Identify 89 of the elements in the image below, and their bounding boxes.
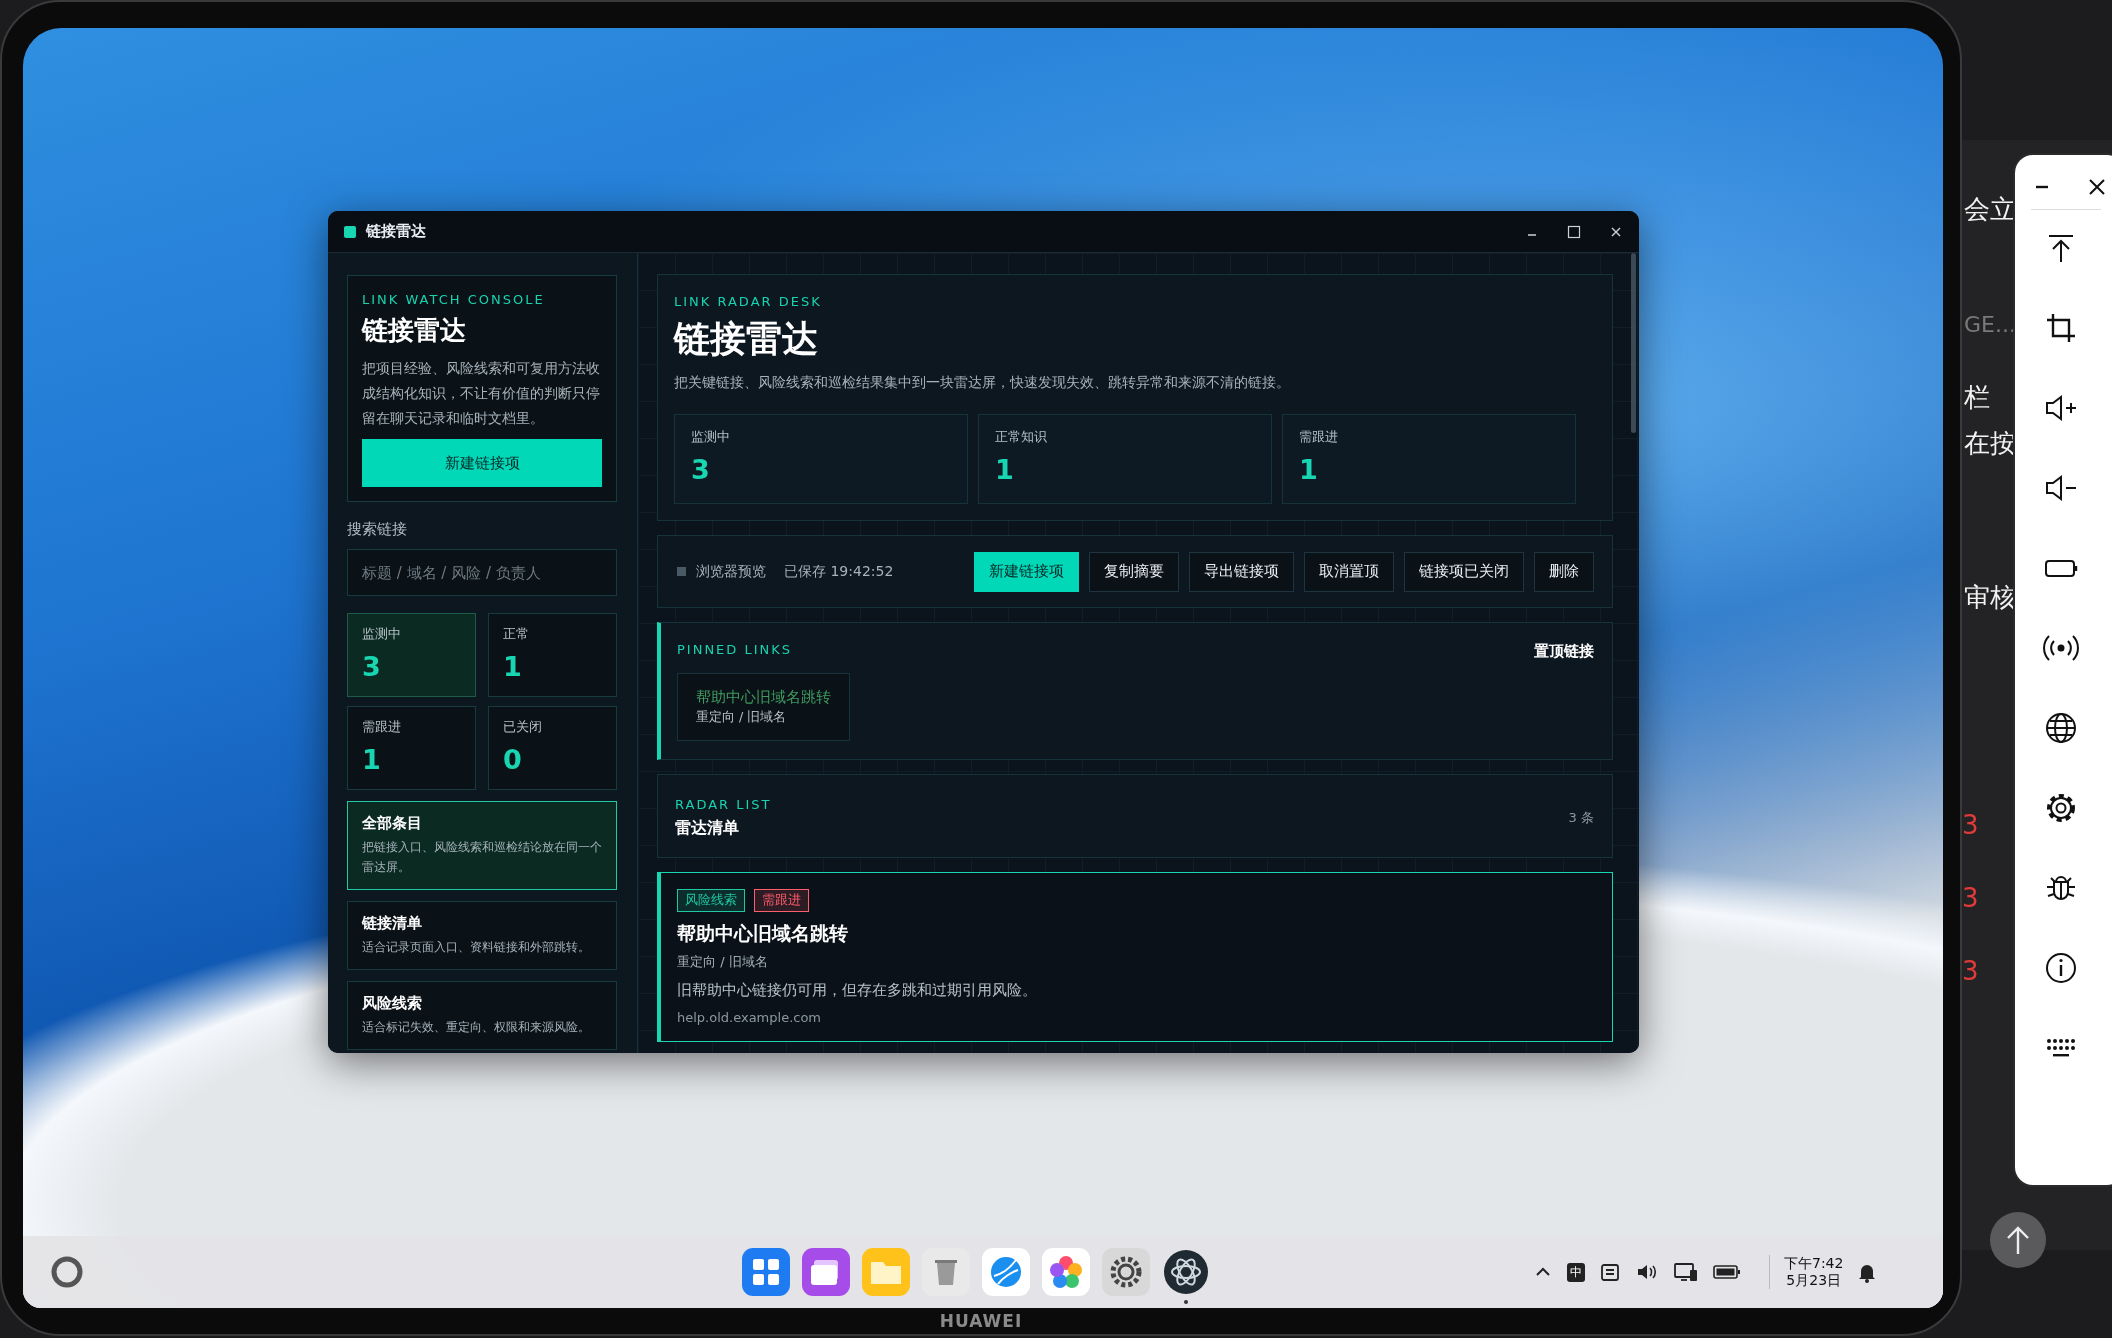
search-field[interactable]: 标题 / 域名 / 风险 / 负责人 xyxy=(347,549,617,596)
section-title: 雷达清单 xyxy=(675,818,740,839)
toolbar-button[interactable]: 导出链接项 xyxy=(1189,551,1294,592)
window-text: 栏 xyxy=(1964,381,1990,414)
stat-label: 正常知识 xyxy=(995,429,1048,446)
eyebrow-label: RADAR LIST xyxy=(675,797,772,812)
stat-filter[interactable]: 已关闭 0 xyxy=(488,706,617,790)
sidebar-title: 链接雷达 xyxy=(362,314,467,347)
item-description: 旧帮助中心链接仍可用，但存在多跳和过期引用风险。 xyxy=(677,981,1038,1000)
stat-label: 监测中 xyxy=(691,429,731,446)
battery-icon[interactable] xyxy=(1713,1264,1741,1280)
create-link-button[interactable]: 新建链接项 xyxy=(362,439,602,487)
stat-value: 1 xyxy=(362,744,382,775)
toolbar-button[interactable]: 取消置顶 xyxy=(1304,551,1394,592)
window-text: 在按 xyxy=(1964,427,2016,460)
radar-item-card[interactable]: 风险线索 需跟进 帮助中心旧域名跳转 重定向 / 旧域名 旧帮助中心链接仍可用，但存在多跳和过期引用风险。 help.old.example.com xyxy=(657,872,1613,1042)
gear-icon[interactable] xyxy=(1102,1248,1150,1296)
row-value: 3 xyxy=(1962,883,1979,913)
stat-value: 3 xyxy=(691,454,711,485)
stat-filter[interactable]: 需跟进 1 xyxy=(347,706,476,790)
eyebrow-label: PINNED LINKS xyxy=(677,642,793,657)
stat-value: 3 xyxy=(362,651,382,682)
view-description: 把链接入口、风险线索和巡检结论放在同一个雷达屏。 xyxy=(362,839,602,876)
clock-time: 下午7:42 xyxy=(1784,1255,1844,1272)
window-text: 审核 xyxy=(1964,581,2016,614)
view-description: 适合标记失效、重定向、权限和来源风险。 xyxy=(362,1019,591,1036)
stat-label: 已关闭 xyxy=(503,719,543,736)
ring-icon[interactable] xyxy=(49,1254,85,1290)
view-title: 全部条目 xyxy=(362,814,423,833)
window-text: GE... xyxy=(1964,312,2016,337)
input-method-indicator[interactable]: 中 xyxy=(1567,1262,1585,1282)
view-description: 适合记录页面入口、资料链接和外部跳转。 xyxy=(362,939,591,956)
stat-label: 需跟进 xyxy=(1299,429,1339,446)
globe-icon[interactable] xyxy=(2043,710,2079,746)
toolbar-button[interactable]: 复制摘要 xyxy=(1089,551,1179,592)
stat-filter[interactable]: 监测中 3 xyxy=(347,613,476,697)
tag: 需跟进 xyxy=(754,889,809,912)
item-url: help.old.example.com xyxy=(677,1010,823,1025)
stat-label: 正常 xyxy=(503,626,530,643)
stat-filter[interactable]: 正常 1 xyxy=(488,613,617,697)
flower-icon[interactable] xyxy=(1042,1248,1090,1296)
page-title: 链接雷达 xyxy=(674,317,819,361)
view-item[interactable]: 风险线索 适合标记失效、重定向、权限和来源风险。 xyxy=(347,981,617,1050)
section-title: 置顶链接 xyxy=(1534,642,1594,661)
pinned-title: 帮助中心旧域名跳转 xyxy=(696,688,831,707)
eyebrow-label: LINK RADAR DESK xyxy=(674,294,823,309)
stat-value: 1 xyxy=(503,651,523,682)
stat-value: 0 xyxy=(503,744,523,775)
view-item[interactable]: 全部条目 把链接入口、风险线索和巡检结论放在同一个雷达屏。 xyxy=(347,801,617,890)
item-subtitle: 重定向 / 旧域名 xyxy=(677,953,769,971)
view-item[interactable]: 链接清单 适合记录页面入口、资料链接和外部跳转。 xyxy=(347,901,617,970)
scroll-up-button[interactable] xyxy=(1990,1212,2046,1268)
maximize-icon[interactable] xyxy=(1567,224,1581,239)
clock-date: 5月23日 xyxy=(1786,1272,1842,1289)
pinned-subtitle: 重定向 / 旧域名 xyxy=(696,709,788,726)
stat-label: 需跟进 xyxy=(362,719,402,736)
stat-value: 1 xyxy=(1299,454,1319,485)
window-stack-icon[interactable] xyxy=(802,1248,850,1296)
app-grid-icon[interactable] xyxy=(742,1248,790,1296)
stat-value: 1 xyxy=(995,454,1015,485)
view-title: 风险线索 xyxy=(362,994,423,1013)
app-icon xyxy=(344,225,356,238)
scrollbar[interactable] xyxy=(1631,253,1636,433)
page-description: 把关键链接、风险线索和巡检结果集中到一块雷达屏，快速发现失效、跳转异常和来源不清的链接。 xyxy=(674,374,1291,392)
brand-label: HUAWEI xyxy=(938,1311,1024,1331)
toolbar-button[interactable]: 新建链接项 xyxy=(974,551,1079,592)
clock[interactable]: 下午7:42 5月23日 xyxy=(1769,1255,1844,1289)
window-title: 链接雷达 xyxy=(366,222,426,241)
info-icon[interactable] xyxy=(2043,950,2079,986)
tag: 风险线索 xyxy=(677,889,745,912)
monitor-icon[interactable] xyxy=(1673,1261,1699,1283)
clipboard-icon[interactable] xyxy=(1599,1261,1621,1283)
item-title: 帮助中心旧域名跳转 xyxy=(677,921,849,946)
status-icon xyxy=(677,567,686,576)
view-title: 链接清单 xyxy=(362,914,423,933)
intro-text: 把项目经验、风险线索和可复用方法收成结构化知识，不让有价值的判断只停留在聊天记录和临时文档里。 xyxy=(362,359,601,428)
toolbar-button[interactable]: 删除 xyxy=(1534,551,1594,592)
window-text: 会立 xyxy=(1964,193,2016,226)
eyebrow-label: LINK WATCH CONSOLE xyxy=(362,292,546,307)
saved-time: 已保存 19:42:52 xyxy=(784,562,894,581)
atom-icon[interactable] xyxy=(1162,1248,1210,1296)
row-value: 3 xyxy=(1962,810,1979,840)
toolbar-button[interactable]: 链接项已关闭 xyxy=(1404,551,1524,592)
item-count: 3 条 xyxy=(1568,809,1594,827)
row-value: 3 xyxy=(1962,956,1979,986)
stat-label: 监测中 xyxy=(362,626,402,643)
search-label: 搜索链接 xyxy=(347,520,408,539)
mode-label: 浏览器预览 xyxy=(696,562,766,581)
pinned-link[interactable]: 帮助中心旧域名跳转 重定向 / 旧域名 xyxy=(677,673,850,741)
